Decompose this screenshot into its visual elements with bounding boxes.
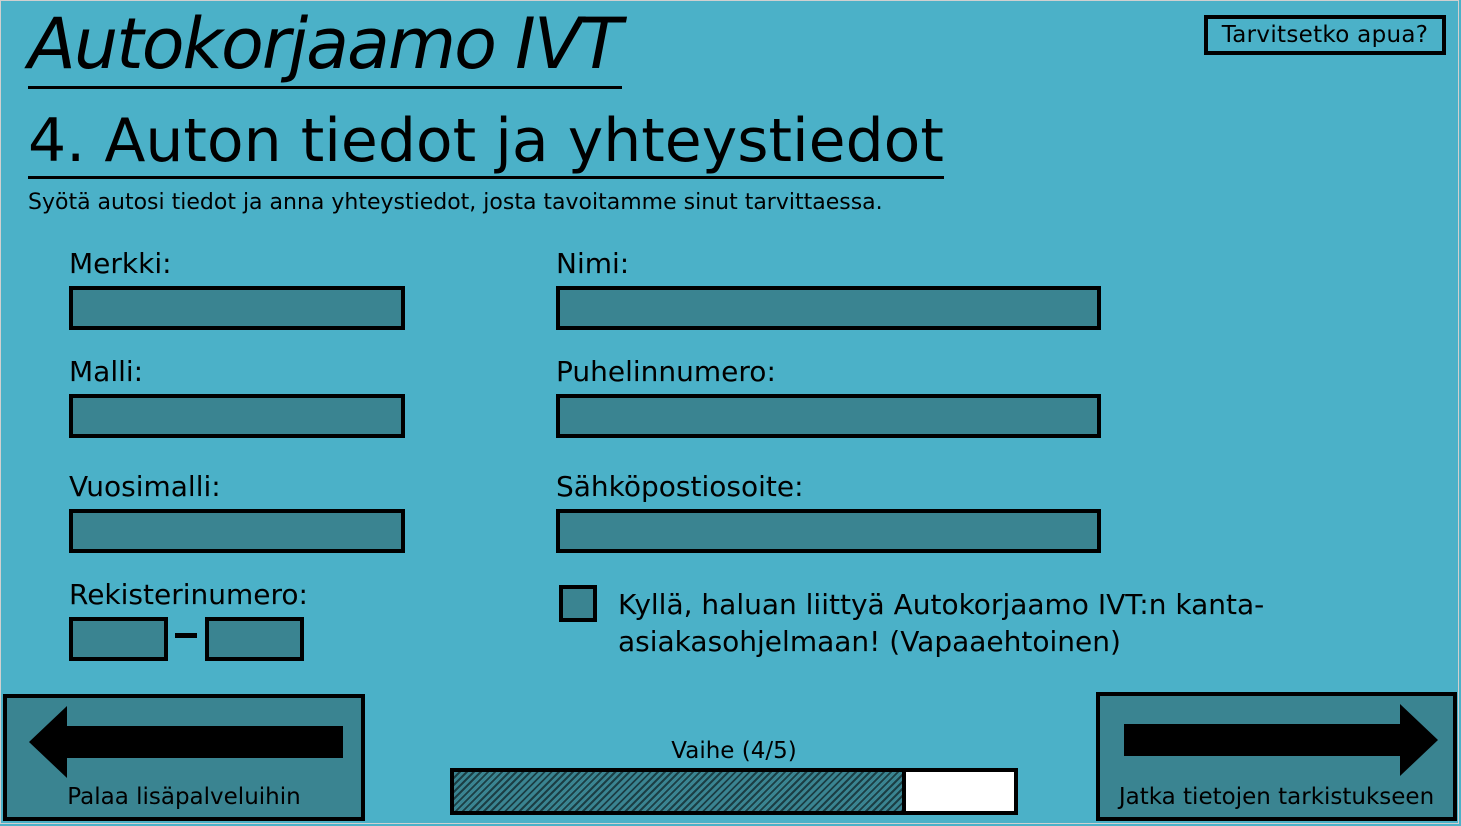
name-label: Nimi: [556, 247, 630, 280]
brand-label: Merkki: [69, 247, 172, 280]
brand-input[interactable] [69, 286, 405, 330]
plate-letters-input[interactable] [69, 617, 168, 661]
plate-numbers-input[interactable] [205, 617, 304, 661]
step-subtitle: Syötä autosi tiedot ja anna yhteystiedot… [28, 190, 883, 215]
model-label: Malli: [69, 355, 144, 388]
help-button[interactable]: Tarvitsetko apua? [1204, 15, 1446, 55]
step-title: 4. Auton tiedot ja yhteystiedot [28, 106, 944, 179]
plate-label: Rekisterinumero: [69, 578, 308, 611]
email-label: Sähköpostiosoite: [556, 470, 804, 503]
back-button[interactable]: Palaa lisäpalveluihin [3, 694, 365, 821]
arrow-left-icon [29, 706, 343, 778]
loyalty-label: Kyllä, haluan liittyä Autokorjaamo IVT:n… [618, 588, 1265, 658]
plate-separator [175, 633, 197, 638]
next-button-label: Jatka tietojen tarkistukseen [1118, 784, 1435, 810]
arrow-right-icon [1124, 704, 1438, 776]
progress-label: Vaihe (4/5) [671, 738, 797, 764]
email-input[interactable] [556, 509, 1101, 553]
phone-input[interactable] [556, 394, 1101, 438]
progress-bar [450, 768, 1018, 815]
back-button-label: Palaa lisäpalveluihin [67, 784, 301, 810]
loyalty-checkbox[interactable] [559, 585, 597, 622]
app-title: Autokorjaamo IVT [28, 2, 622, 89]
name-input[interactable] [556, 286, 1101, 330]
next-button[interactable]: Jatka tietojen tarkistukseen [1096, 692, 1457, 821]
progress-bar-fill [454, 772, 906, 811]
year-label: Vuosimalli: [69, 470, 221, 503]
phone-label: Puhelinnumero: [556, 355, 776, 388]
year-input[interactable] [69, 509, 405, 553]
model-input[interactable] [69, 394, 405, 438]
